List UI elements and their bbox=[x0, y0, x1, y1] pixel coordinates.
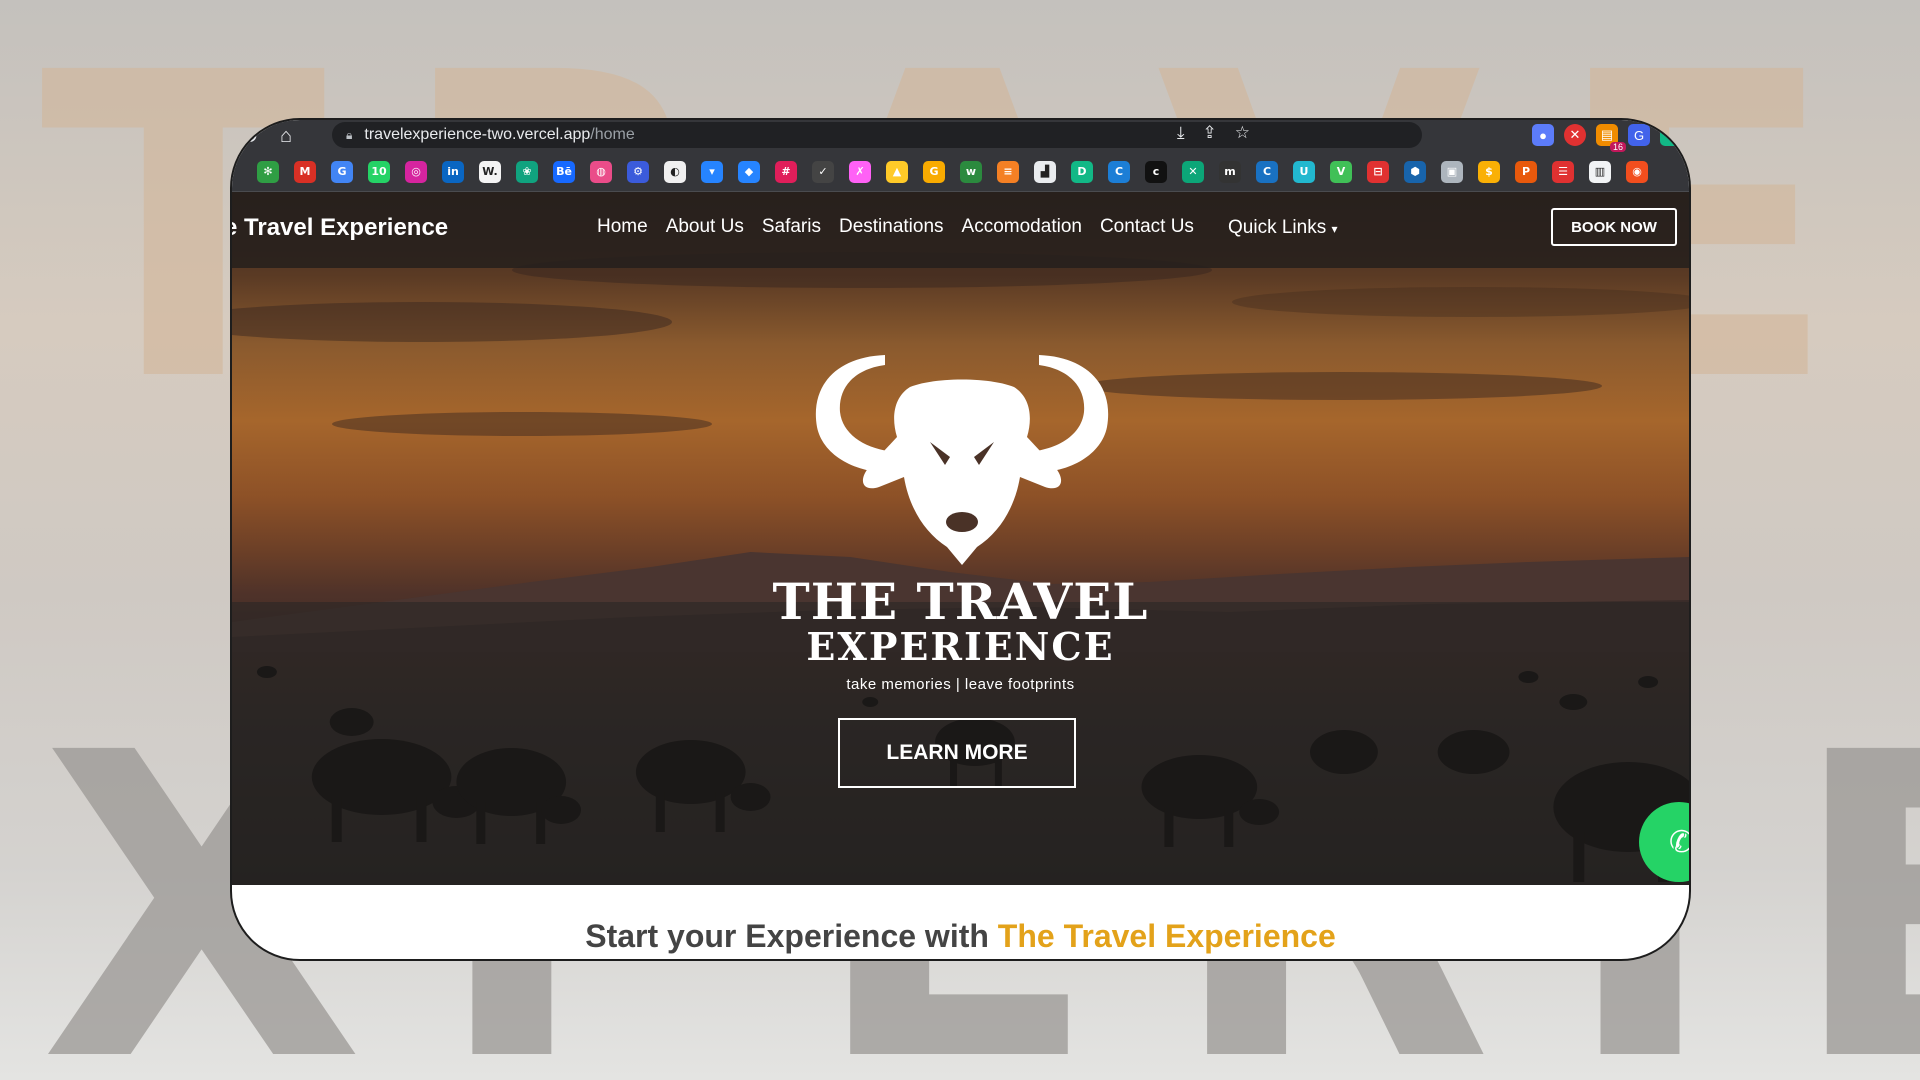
google-icon[interactable]: G bbox=[923, 160, 945, 183]
chatgpt-icon[interactable]: ❀ bbox=[516, 160, 538, 183]
gmail-icon[interactable]: M bbox=[294, 160, 316, 183]
hero-title-line1: THE TRAVEL bbox=[772, 572, 1149, 631]
hero-section: e Travel Experience Home About Us Safari… bbox=[232, 192, 1689, 885]
book-now-button[interactable]: BOOK NOW bbox=[1551, 208, 1677, 246]
whatsapp-icon[interactable]: 10 bbox=[368, 160, 390, 183]
learn-more-button[interactable]: LEARN MORE bbox=[838, 718, 1076, 788]
list-icon[interactable]: ☰ bbox=[1552, 160, 1574, 183]
jira-icon[interactable]: ◆ bbox=[738, 160, 760, 183]
xd-icon[interactable]: ✗ bbox=[849, 160, 871, 183]
firebase-icon[interactable]: ▲ bbox=[886, 160, 908, 183]
c-circle-icon[interactable]: C bbox=[1108, 160, 1130, 183]
section-heading-plain: Start your Experience with bbox=[585, 918, 998, 954]
section-heading: Start your Experience with The Travel Ex… bbox=[232, 918, 1689, 955]
coin-icon[interactable]: $ bbox=[1478, 160, 1500, 183]
nav-destinations[interactable]: Destinations bbox=[839, 216, 944, 238]
extension-close-icon[interactable]: ✕ bbox=[1564, 124, 1586, 146]
website: e Travel Experience Home About Us Safari… bbox=[232, 192, 1689, 959]
v-icon[interactable]: V bbox=[1330, 160, 1352, 183]
caret-down-icon: ▾ bbox=[1331, 222, 1338, 236]
translate-icon[interactable]: G bbox=[331, 160, 353, 183]
bitbucket-icon[interactable]: ▾ bbox=[701, 160, 723, 183]
share-icon[interactable]: ⇪ bbox=[1203, 123, 1217, 143]
install-icon[interactable]: ⤓ bbox=[1177, 123, 1185, 143]
nav-home[interactable]: Home bbox=[597, 216, 648, 238]
star-icon[interactable]: ☆ bbox=[1235, 123, 1250, 143]
nav-safaris[interactable]: Safaris bbox=[762, 216, 821, 238]
dribbble-icon[interactable]: ◍ bbox=[590, 160, 612, 183]
nav-contact-us[interactable]: Contact Us bbox=[1100, 216, 1194, 238]
instagram-icon[interactable]: ◎ bbox=[405, 160, 427, 183]
extension-pen-icon[interactable]: ✎ bbox=[1660, 124, 1682, 146]
building-icon[interactable]: ▟ bbox=[1034, 160, 1056, 183]
quick-links-dropdown[interactable]: Quick Links ▾ bbox=[1228, 217, 1338, 239]
url-host: travelexperience-two.vercel.app bbox=[364, 126, 591, 143]
extension-badge: 16 bbox=[1609, 142, 1626, 152]
behance-icon[interactable]: Bē bbox=[553, 160, 575, 183]
w-icon[interactable]: w bbox=[960, 160, 982, 183]
d-icon[interactable]: D bbox=[1071, 160, 1093, 183]
linkedin-icon[interactable]: in bbox=[442, 160, 464, 183]
site-brand[interactable]: e Travel Experience bbox=[232, 214, 448, 242]
github-icon[interactable]: ◐ bbox=[664, 160, 686, 183]
hero-title-line2: EXPERIENCE bbox=[806, 624, 1115, 669]
p-icon[interactable]: P bbox=[1515, 160, 1537, 183]
nav-links: Home About Us Safaris Destinations Accom… bbox=[597, 216, 1194, 238]
slack-icon[interactable]: # bbox=[775, 160, 797, 183]
home-icon[interactable]: ⌂ bbox=[268, 125, 304, 148]
nav-about-us[interactable]: About Us bbox=[666, 216, 744, 238]
extensions-area: ● ✕ ▤16 G ✎ ♨ f? ☁ ✚ ▭ bbox=[1532, 124, 1689, 152]
u-icon[interactable]: U bbox=[1293, 160, 1315, 183]
piano-icon[interactable]: ▥ bbox=[1589, 160, 1611, 183]
site-navbar: e Travel Experience Home About Us Safari… bbox=[232, 192, 1689, 268]
webflow-icon[interactable]: W. bbox=[479, 160, 501, 183]
url-path: /home bbox=[590, 126, 635, 143]
cube-icon[interactable]: ▣ bbox=[1441, 160, 1463, 183]
red-box-icon[interactable]: ⊟ bbox=[1367, 160, 1389, 183]
stackoverflow-icon[interactable]: ≡ bbox=[997, 160, 1019, 183]
url-field[interactable]: 🔒︎ travelexperience-two.vercel.app /home bbox=[332, 122, 1422, 148]
hero-tagline: take memories | leave footprints bbox=[846, 676, 1075, 693]
address-bar: ↻ ⌂ 🔒︎ travelexperience-two.vercel.app /… bbox=[232, 120, 1689, 152]
extension-counter-icon[interactable]: ▤ 16 bbox=[1596, 124, 1626, 152]
lock-icon[interactable]: 🔒︎ bbox=[346, 128, 352, 143]
check-circle-icon[interactable]: ✓ bbox=[812, 160, 834, 183]
c-black-icon[interactable]: c bbox=[1145, 160, 1167, 183]
gear-bookmark-icon[interactable]: ⚙ bbox=[627, 160, 649, 183]
nav-accomodation[interactable]: Accomodation bbox=[962, 216, 1082, 238]
c-blue-icon[interactable]: C bbox=[1256, 160, 1278, 183]
section-heading-accent: The Travel Experience bbox=[997, 918, 1336, 954]
figma-icon[interactable]: ◉ bbox=[1626, 160, 1648, 183]
bookmarks-bar: ✻ M G 10 ◎ in W. ❀ Bē ◍ ⚙ ◐ ▾ ◆ # ✓ ✗ ▲ Gw ≡ ▟ D Cc ✕ m C U V ⊟ ⬢ ▣ $ P ☰… bbox=[232, 152, 1689, 192]
reload-icon[interactable]: ↻ bbox=[232, 124, 268, 149]
buffalo-logo bbox=[815, 355, 1109, 565]
quick-links-label: Quick Links bbox=[1228, 217, 1327, 238]
hex-icon[interactable]: ⬢ bbox=[1404, 160, 1426, 183]
extension-translate-icon[interactable]: G bbox=[1628, 124, 1650, 146]
browser-window: ↻ ⌂ 🔒︎ travelexperience-two.vercel.app /… bbox=[230, 118, 1691, 961]
whatsapp-icon: ✆ bbox=[1669, 825, 1689, 860]
x-green-icon[interactable]: ✕ bbox=[1182, 160, 1204, 183]
extension-record-icon[interactable]: ● bbox=[1532, 124, 1554, 146]
m-icon[interactable]: m bbox=[1219, 160, 1241, 183]
pinwheel-icon[interactable]: ✻ bbox=[257, 160, 279, 183]
